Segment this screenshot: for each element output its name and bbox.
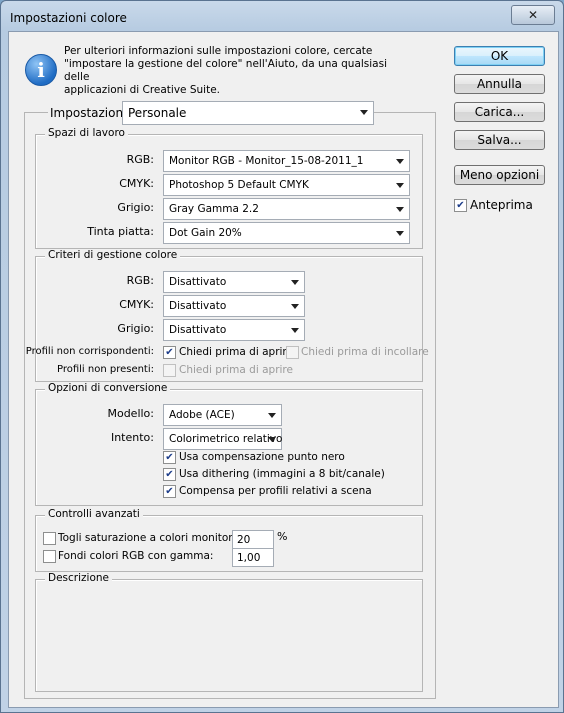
conversion-options-legend: Opzioni di conversione: [45, 382, 171, 394]
settings-label: Impostazioni:: [48, 106, 133, 120]
dialog-body: i Per ulteriori informazioni sulle impos…: [8, 31, 559, 708]
preview-checkbox[interactable]: ✔: [454, 199, 467, 212]
fewer-options-button[interactable]: Meno opzioni: [454, 165, 545, 185]
missing-ask-open-checkbox[interactable]: [163, 364, 176, 377]
ws-spot-value: Dot Gain 20%: [169, 227, 242, 239]
chevron-down-icon: [396, 159, 404, 164]
save-button[interactable]: Salva...: [454, 130, 545, 150]
pol-cmyk-select[interactable]: Disattivato: [163, 295, 305, 317]
color-policies-group: Criteri di gestione colore RGB: Disattiv…: [26, 249, 429, 382]
blend-gamma-checkbox[interactable]: [43, 550, 56, 563]
ws-cmyk-label: CMYK:: [119, 177, 154, 190]
pol-cmyk-value: Disattivato: [169, 300, 227, 312]
engine-select[interactable]: Adobe (ACE): [163, 404, 282, 426]
ws-cmyk-value: Photoshop 5 Default CMYK: [169, 179, 309, 191]
missing-ask-open-label: Chiedi prima di aprire: [179, 364, 293, 376]
working-spaces-legend: Spazi di lavoro: [45, 127, 128, 139]
chevron-down-icon: [396, 183, 404, 188]
window-title: Impostazioni colore: [10, 11, 127, 25]
mismatch-ask-paste-label: Chiedi prima di incollare: [301, 346, 429, 358]
intent-select[interactable]: Colorimetrico relativo: [163, 428, 282, 450]
dither-checkbox[interactable]: ✔: [163, 468, 176, 481]
mismatch-ask-open-label: Chiedi prima di aprire: [179, 346, 293, 358]
settings-group: Impostazioni: Personale Spazi di lavoro …: [24, 101, 436, 699]
info-icon: i: [25, 54, 57, 86]
blend-gamma-field[interactable]: [233, 549, 273, 566]
load-button[interactable]: Carica...: [454, 102, 545, 122]
desaturate-field[interactable]: [233, 531, 273, 548]
pol-rgb-value: Disattivato: [169, 276, 227, 288]
blend-gamma-input[interactable]: [232, 548, 274, 567]
info-message: Per ulteriori informazioni sulle imposta…: [64, 45, 394, 97]
pol-gray-value: Disattivato: [169, 324, 227, 336]
color-policies-legend: Criteri di gestione colore: [45, 249, 181, 261]
pol-gray-label: Grigio:: [117, 322, 154, 335]
color-settings-dialog: Impostazioni colore ✕ i Per ulteriori in…: [0, 0, 564, 713]
engine-label: Modello:: [107, 407, 154, 420]
engine-value: Adobe (ACE): [169, 409, 235, 421]
desaturate-checkbox[interactable]: [43, 532, 56, 545]
dither-label: Usa dithering (immagini a 8 bit/canale): [179, 468, 385, 480]
advanced-controls-group: Controlli avanzati Togli saturazione a c…: [35, 508, 423, 572]
mismatch-ask-open-checkbox[interactable]: ✔: [163, 346, 176, 359]
ws-spot-select[interactable]: Dot Gain 20%: [163, 222, 410, 244]
chevron-down-icon: [268, 413, 276, 418]
desaturate-label: Togli saturazione a colori monitor di:: [58, 532, 250, 544]
pol-gray-select[interactable]: Disattivato: [163, 319, 305, 341]
ws-cmyk-select[interactable]: Photoshop 5 Default CMYK: [163, 174, 410, 196]
info-line: Per ulteriori informazioni sulle imposta…: [64, 45, 373, 57]
chevron-down-icon: [268, 437, 276, 442]
settings-select[interactable]: Personale: [122, 101, 374, 125]
scene-referred-checkbox[interactable]: ✔: [163, 485, 176, 498]
description-group: Descrizione: [35, 572, 423, 692]
ws-spot-label: Tinta piatta:: [87, 225, 154, 238]
close-icon: ✕: [527, 8, 539, 22]
description-legend: Descrizione: [45, 572, 112, 584]
info-line: applicazioni di Creative Suite.: [64, 84, 220, 96]
desaturate-input[interactable]: [232, 530, 274, 549]
desaturate-unit: %: [277, 530, 288, 543]
info-line: "impostare la gestione del colore" nell'…: [64, 58, 388, 83]
mismatch-label: Profili non corrispondenti:: [25, 346, 154, 357]
ws-rgb-label: RGB:: [126, 153, 154, 166]
intent-value: Colorimetrico relativo: [169, 433, 283, 445]
mismatch-ask-paste-checkbox[interactable]: [286, 346, 299, 359]
pol-rgb-label: RGB:: [126, 274, 154, 287]
blend-gamma-label: Fondi colori RGB con gamma:: [58, 550, 214, 562]
title-bar[interactable]: Impostazioni colore ✕: [1, 1, 563, 31]
ws-gray-value: Gray Gamma 2.2: [169, 203, 259, 215]
conversion-options-group: Opzioni di conversione Modello: Adobe (A…: [35, 382, 423, 506]
chevron-down-icon: [291, 280, 299, 285]
chevron-down-icon: [396, 207, 404, 212]
missing-label: Profili non presenti:: [56, 364, 154, 375]
chevron-down-icon: [360, 110, 368, 115]
working-spaces-group: Spazi di lavoro RGB: Monitor RGB - Monit…: [35, 127, 423, 249]
ws-gray-select[interactable]: Gray Gamma 2.2: [163, 198, 410, 220]
ws-rgb-value: Monitor RGB - Monitor_15-08-2011_1: [169, 155, 364, 167]
ok-button[interactable]: OK: [454, 46, 545, 66]
cancel-button[interactable]: Annulla: [454, 74, 545, 94]
intent-label: Intento:: [110, 431, 154, 444]
black-point-label: Usa compensazione punto nero: [179, 451, 345, 463]
black-point-checkbox[interactable]: ✔: [163, 451, 176, 464]
preview-label: Anteprima: [470, 198, 533, 212]
scene-referred-label: Compensa per profili relativi a scena: [179, 485, 372, 497]
ws-gray-label: Grigio:: [117, 201, 154, 214]
pol-cmyk-label: CMYK:: [119, 298, 154, 311]
advanced-controls-legend: Controlli avanzati: [45, 508, 143, 520]
chevron-down-icon: [291, 328, 299, 333]
ws-rgb-select[interactable]: Monitor RGB - Monitor_15-08-2011_1: [163, 150, 410, 172]
chevron-down-icon: [291, 304, 299, 309]
pol-rgb-select[interactable]: Disattivato: [163, 271, 305, 293]
settings-value: Personale: [128, 106, 187, 120]
close-button[interactable]: ✕: [511, 5, 555, 25]
chevron-down-icon: [396, 231, 404, 236]
